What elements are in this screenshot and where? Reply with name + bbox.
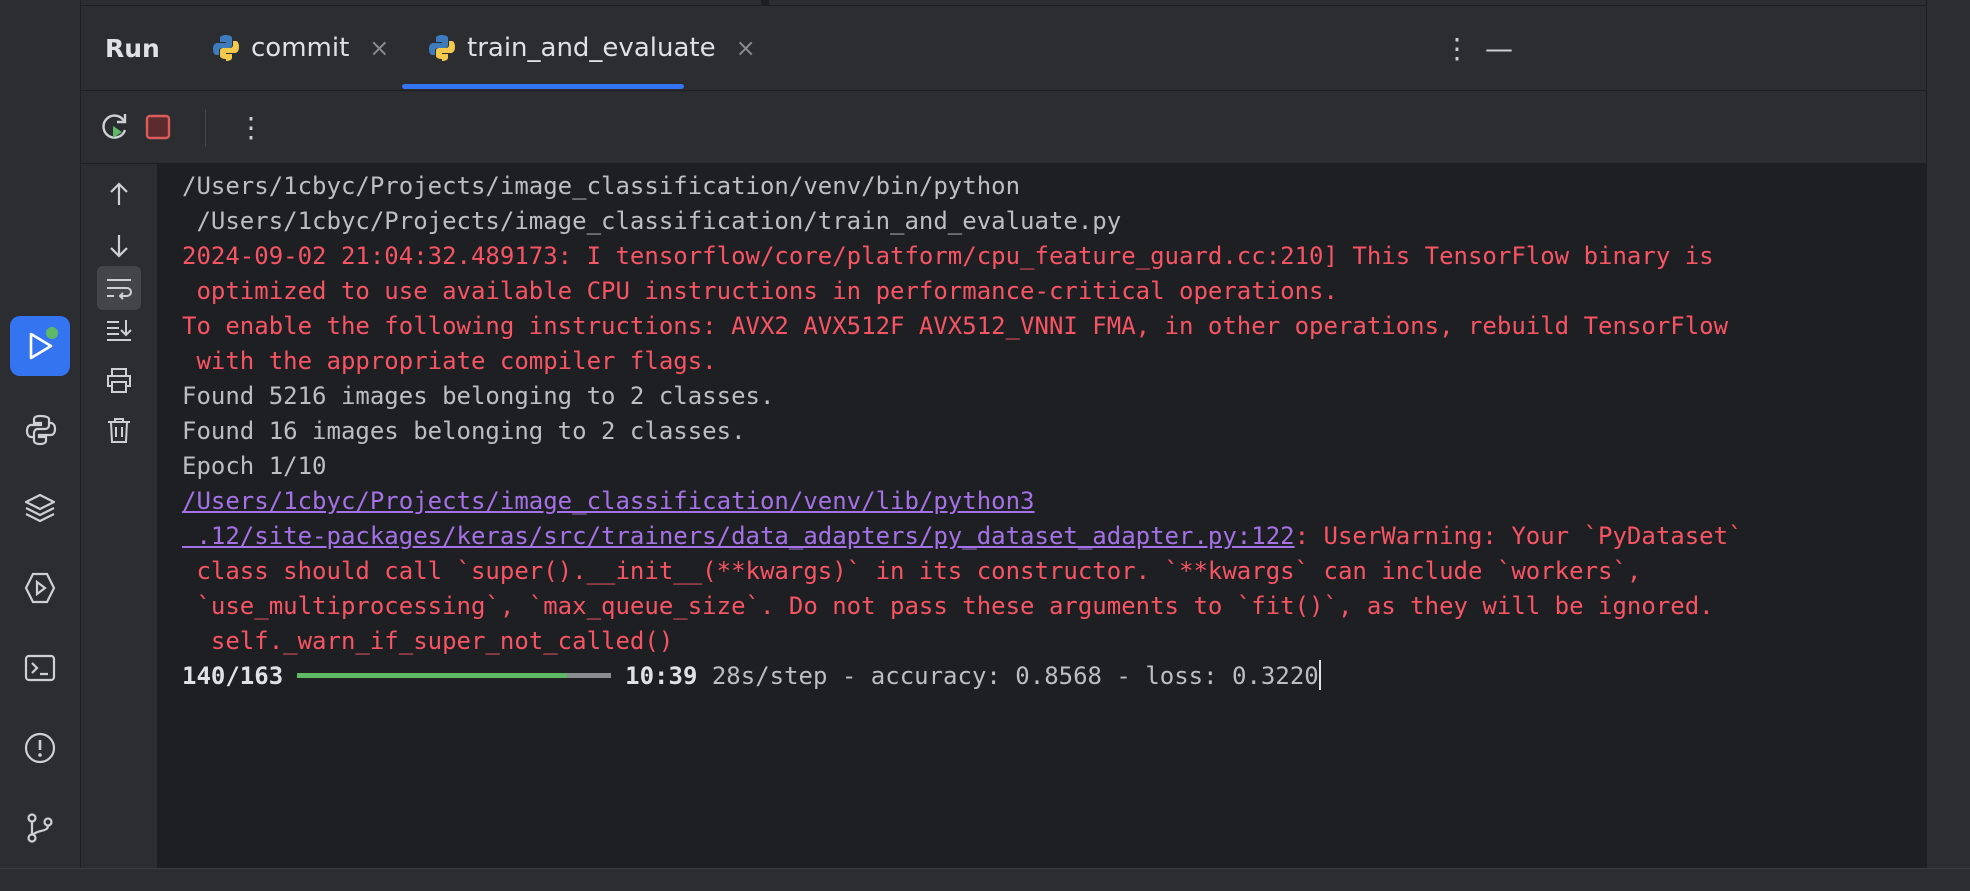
stop-button[interactable] — [138, 107, 178, 147]
services-button[interactable] — [10, 558, 70, 618]
soft-wrap-button[interactable] — [97, 266, 141, 310]
scroll-up-button[interactable] — [97, 172, 141, 216]
problems-button[interactable] — [10, 718, 70, 778]
python-icon — [429, 35, 455, 61]
python-console-button[interactable] — [10, 400, 70, 460]
git-button[interactable] — [10, 798, 70, 858]
run-toolbar: ⋮ — [81, 91, 1926, 164]
file-path-link[interactable]: .12/site-packages/keras/src/trainers/dat… — [182, 522, 1294, 550]
tab-commit[interactable]: commit × — [211, 28, 389, 68]
clear-all-button[interactable] — [97, 408, 141, 452]
text-caret — [1318, 660, 1321, 690]
right-tool-strip — [1926, 0, 1970, 868]
progress-line: 140/163 10:39 28s/step - accuracy: 0.8568… — [182, 654, 1321, 698]
arrow-up-icon — [110, 182, 128, 205]
status-bar — [0, 868, 1970, 891]
progress-bar-fill — [297, 672, 567, 678]
python-icon — [25, 414, 57, 446]
console-side-toolbar — [81, 164, 157, 868]
progress-eta: 10:39 — [625, 662, 698, 690]
run-tool-window: Run commit × train_and_evaluate × ⋮ — ⋮ … — [81, 6, 1926, 868]
toolbar-separator — [205, 109, 206, 147]
layers-icon — [24, 493, 56, 523]
active-tab-indicator — [402, 84, 684, 89]
printer-icon — [107, 368, 131, 393]
close-icon[interactable]: × — [736, 34, 756, 62]
run-tool-window-button[interactable] — [10, 316, 70, 376]
toolbar-more-icon[interactable]: ⋮ — [231, 107, 271, 147]
terminal-button[interactable] — [10, 638, 70, 698]
trash-icon — [108, 418, 130, 443]
activity-bar — [0, 0, 81, 868]
arrow-down-icon — [110, 235, 128, 258]
git-branch-icon — [27, 813, 53, 843]
tab-train-and-evaluate[interactable]: train_and_evaluate × — [427, 28, 756, 68]
stop-icon — [145, 114, 171, 140]
services-icon — [24, 572, 56, 604]
close-icon[interactable]: × — [369, 34, 389, 62]
console-output[interactable]: /Users/1cbyc/Projects/image_classificati… — [157, 164, 1926, 868]
scroll-to-end-icon — [107, 320, 132, 341]
tab-label: train_and_evaluate — [467, 33, 716, 63]
warning-text: : UserWarning: Your `PyDataset` — [1294, 522, 1743, 550]
print-button[interactable] — [97, 358, 141, 402]
rerun-icon — [102, 114, 127, 139]
python-packages-button[interactable] — [10, 478, 70, 538]
running-indicator — [44, 325, 60, 341]
tab-label: commit — [251, 33, 350, 63]
scroll-down-button[interactable] — [97, 224, 141, 268]
progress-bar — [297, 672, 612, 678]
warning-icon — [24, 732, 56, 764]
terminal-icon — [24, 654, 56, 682]
progress-steps: 140/163 — [182, 662, 284, 690]
minimize-icon[interactable]: — — [1479, 28, 1519, 68]
rerun-button[interactable] — [95, 107, 135, 147]
panel-title: Run — [105, 34, 160, 63]
soft-wrap-icon — [107, 279, 132, 300]
more-options-icon[interactable]: ⋮ — [1437, 28, 1477, 68]
progress-metrics: 28s/step - accuracy: 0.8568 - loss: 0.32… — [697, 662, 1319, 690]
python-icon — [213, 35, 239, 61]
scroll-to-end-button[interactable] — [97, 308, 141, 352]
run-tabs-bar: Run commit × train_and_evaluate × ⋮ — — [81, 6, 1926, 91]
